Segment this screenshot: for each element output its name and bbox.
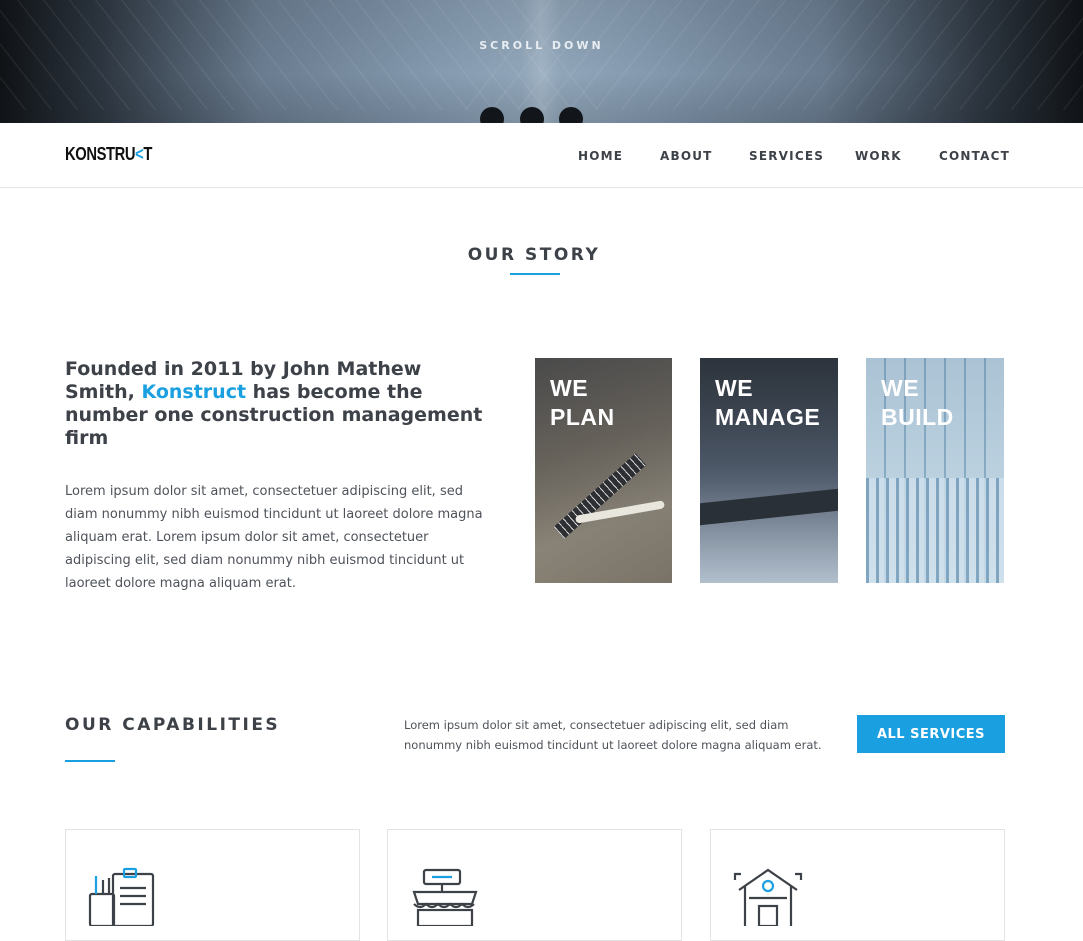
hero-center-line xyxy=(521,0,561,123)
card-we-build[interactable]: WE BUILD xyxy=(866,358,1004,583)
story-title-underline xyxy=(510,273,560,275)
storefront-icon xyxy=(412,868,478,926)
main-navbar: KONSTRU<T HOME ABOUT SERVICES WORK CONTA… xyxy=(0,123,1083,188)
card-we-manage[interactable]: WE MANAGE xyxy=(700,358,838,583)
nav-contact[interactable]: CONTACT xyxy=(939,149,1010,163)
ruler-decoration xyxy=(553,453,647,539)
site-logo[interactable]: KONSTRU<T xyxy=(65,144,152,165)
story-heading: Founded in 2011 by John Mathew Smith, Ko… xyxy=(65,358,495,450)
card-label: WE MANAGE xyxy=(715,375,821,430)
capabilities-section-title: OUR CAPABILITIES xyxy=(65,715,281,735)
laptop-decoration xyxy=(700,488,838,526)
scroll-down-link[interactable]: SCROLL DOWN xyxy=(0,39,1083,52)
card-label: WE BUILD xyxy=(881,375,954,430)
service-card-3[interactable] xyxy=(710,829,1005,941)
hero-banner: SCROLL DOWN xyxy=(0,0,1083,123)
service-card-1[interactable] xyxy=(65,829,360,941)
capabilities-description: Lorem ipsum dolor sit amet, consectetuer… xyxy=(404,718,822,752)
nav-about[interactable]: ABOUT xyxy=(660,149,713,163)
all-services-button[interactable]: ALL SERVICES xyxy=(857,715,1005,753)
logo-accent: < xyxy=(135,144,144,164)
nav-work[interactable]: WORK xyxy=(855,149,902,163)
story-heading-brand: Konstruct xyxy=(141,381,247,403)
logo-text-end: T xyxy=(143,144,152,164)
clipboard-tools-icon xyxy=(88,867,155,926)
capabilities-title-underline xyxy=(65,760,115,762)
house-icon xyxy=(733,868,803,926)
logo-text: KONSTRU xyxy=(65,144,136,164)
card-label: WE PLAN xyxy=(550,375,615,430)
service-card-2[interactable] xyxy=(387,829,682,941)
card-we-plan[interactable]: WE PLAN xyxy=(535,358,672,583)
nav-home[interactable]: HOME xyxy=(578,149,623,163)
building-decoration xyxy=(866,478,1004,583)
story-body-text: Lorem ipsum dolor sit amet, consectetuer… xyxy=(65,484,483,591)
nav-services[interactable]: SERVICES xyxy=(749,149,824,163)
story-section-title: OUR STORY xyxy=(467,245,601,265)
